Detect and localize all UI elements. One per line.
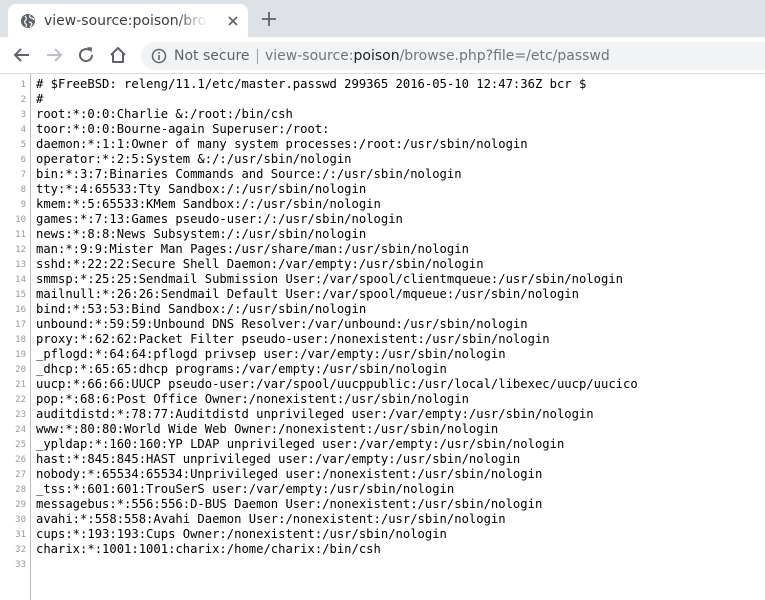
line-number: 26	[15, 455, 26, 465]
line-number: 9	[20, 200, 26, 210]
line-number: 17	[15, 320, 26, 330]
line-number: 18	[15, 335, 26, 345]
source-line: _tss:*:601:601:TrouSerS user:/var/empty:…	[36, 482, 455, 496]
source-line: avahi:*:558:558:Avahi Daemon User:/nonex…	[36, 512, 506, 526]
line-number: 20	[15, 365, 26, 375]
line-number: 24	[15, 425, 26, 435]
line-number: 10	[15, 215, 26, 225]
line-number: 16	[15, 305, 26, 315]
source-line: cups:*:193:193:Cups Owner:/nonexistent:/…	[36, 527, 447, 541]
back-arrow-icon[interactable]	[12, 45, 32, 65]
source-line: # $FreeBSD: releng/11.1/etc/master.passw…	[36, 77, 587, 91]
source-line: root:*:0:0:Charlie &:/root:/bin/csh	[36, 107, 293, 121]
browser-toolbar: Not secure view-source:poison/browse.php…	[0, 37, 765, 74]
address-separator	[257, 49, 258, 64]
line-number: 15	[15, 290, 26, 300]
source-line: www:*:80:80:World Wide Web Owner:/nonexi…	[36, 422, 499, 436]
line-number: 33	[15, 560, 26, 570]
tab-title-fade	[176, 8, 220, 34]
url-prefix: view-source:	[265, 48, 354, 64]
source-line: tty:*:4:65533:Tty Sandbox:/:/usr/sbin/no…	[36, 182, 367, 196]
source-line: messagebus:*:556:556:D-BUS Daemon User:/…	[36, 497, 543, 511]
source-line: nobody:*:65534:65534:Unprivileged user:/…	[36, 467, 543, 481]
source-view: 1 2 3 4 5 6 7 8 9 10 11 12 13 14 15 16 17 18 19 20 21 22 23 24 2…	[0, 74, 765, 600]
line-number: 21	[15, 380, 26, 390]
line-number-gutter: 1 2 3 4 5 6 7 8 9 10 11 12 13 14 15 16 17 18 19 20 21 22 23 24 2…	[0, 74, 31, 600]
source-line: uucp:*:66:66:UUCP pseudo-user:/var/spool…	[36, 377, 638, 391]
source-line: toor:*:0:0:Bourne-again Superuser:/root:	[36, 122, 330, 136]
source-line: operator:*:2:5:System &:/:/usr/sbin/nolo…	[36, 152, 352, 166]
new-tab-icon[interactable]	[260, 10, 278, 28]
close-icon[interactable]	[226, 14, 240, 28]
source-line: auditdistd:*:78:77:Auditdistd unprivileg…	[36, 407, 594, 421]
line-number: 28	[15, 485, 26, 495]
line-number: 29	[15, 500, 26, 510]
source-line: _ypldap:*:160:160:YP LDAP unprivileged u…	[36, 437, 565, 451]
reload-icon[interactable]	[76, 45, 96, 65]
security-label[interactable]: Not secure	[174, 46, 250, 66]
source-line: bin:*:3:7:Binaries Commands and Source:/…	[36, 167, 462, 181]
info-icon[interactable]	[151, 48, 167, 64]
source-line: daemon:*:1:1:Owner of many system proces…	[36, 137, 528, 151]
line-number: 22	[15, 395, 26, 405]
address-bar[interactable]: Not secure view-source:poison/browse.php…	[141, 42, 765, 70]
source-line: news:*:8:8:News Subsystem:/:/usr/sbin/no…	[36, 227, 367, 241]
source-line: man:*:9:9:Mister Man Pages:/usr/share/ma…	[36, 242, 469, 256]
source-line: _dhcp:*:65:65:dhcp programs:/var/empty:/…	[36, 362, 447, 376]
line-number: 31	[15, 530, 26, 540]
forward-arrow-icon[interactable]	[44, 45, 64, 65]
globe-icon	[21, 14, 35, 28]
line-number: 6	[20, 155, 26, 165]
line-number: 14	[15, 275, 26, 285]
source-line: mailnull:*:26:26:Sendmail Default User:/…	[36, 287, 579, 301]
line-number: 4	[20, 125, 26, 135]
line-number: 32	[15, 545, 26, 555]
source-line: pop:*:68:6:Post Office Owner:/nonexisten…	[36, 392, 469, 406]
line-number: 19	[15, 350, 26, 360]
url-path: /browse.php?file=/etc/passwd	[399, 48, 610, 64]
source-line: proxy:*:62:62:Packet Filter pseudo-user:…	[36, 332, 550, 346]
source-line: #	[36, 92, 44, 106]
tab-strip: view-source:poison/browse.php?file=/etc/…	[0, 0, 765, 37]
source-line: games:*:7:13:Games pseudo-user:/:/usr/sb…	[36, 212, 403, 226]
line-number: 3	[20, 110, 26, 120]
line-number: 12	[15, 245, 26, 255]
line-number: 7	[20, 170, 26, 180]
source-line: kmem:*:5:65533:KMem Sandbox:/:/usr/sbin/…	[36, 197, 381, 211]
line-number: 1	[20, 80, 26, 90]
source-line: smmsp:*:25:25:Sendmail Submission User:/…	[36, 272, 623, 286]
browser-tab[interactable]: view-source:poison/browse.php?file=/etc/…	[8, 4, 248, 37]
line-number: 11	[15, 230, 26, 240]
source-line: sshd:*:22:22:Secure Shell Daemon:/var/em…	[36, 257, 484, 271]
source-line: unbound:*:59:59:Unbound DNS Resolver:/va…	[36, 317, 528, 331]
line-number: 25	[15, 440, 26, 450]
url-text[interactable]: view-source:poison/browse.php?file=/etc/…	[265, 46, 610, 66]
source-line: hast:*:845:845:HAST unprivileged user:/v…	[36, 452, 521, 466]
source-line: charix:*:1001:1001:charix:/home/charix:/…	[36, 542, 381, 556]
line-number: 2	[20, 95, 26, 105]
line-number: 8	[20, 185, 26, 195]
line-number: 23	[15, 410, 26, 420]
line-number: 13	[15, 260, 26, 270]
home-icon[interactable]	[108, 45, 128, 65]
url-host: poison	[353, 48, 400, 64]
source-line: bind:*:53:53:Bind Sandbox:/:/usr/sbin/no…	[36, 302, 367, 316]
line-number: 5	[20, 140, 26, 150]
source-line: _pflogd:*:64:64:pflogd privsep user:/var…	[36, 347, 506, 361]
line-number: 30	[15, 515, 26, 525]
line-number: 27	[15, 470, 26, 480]
